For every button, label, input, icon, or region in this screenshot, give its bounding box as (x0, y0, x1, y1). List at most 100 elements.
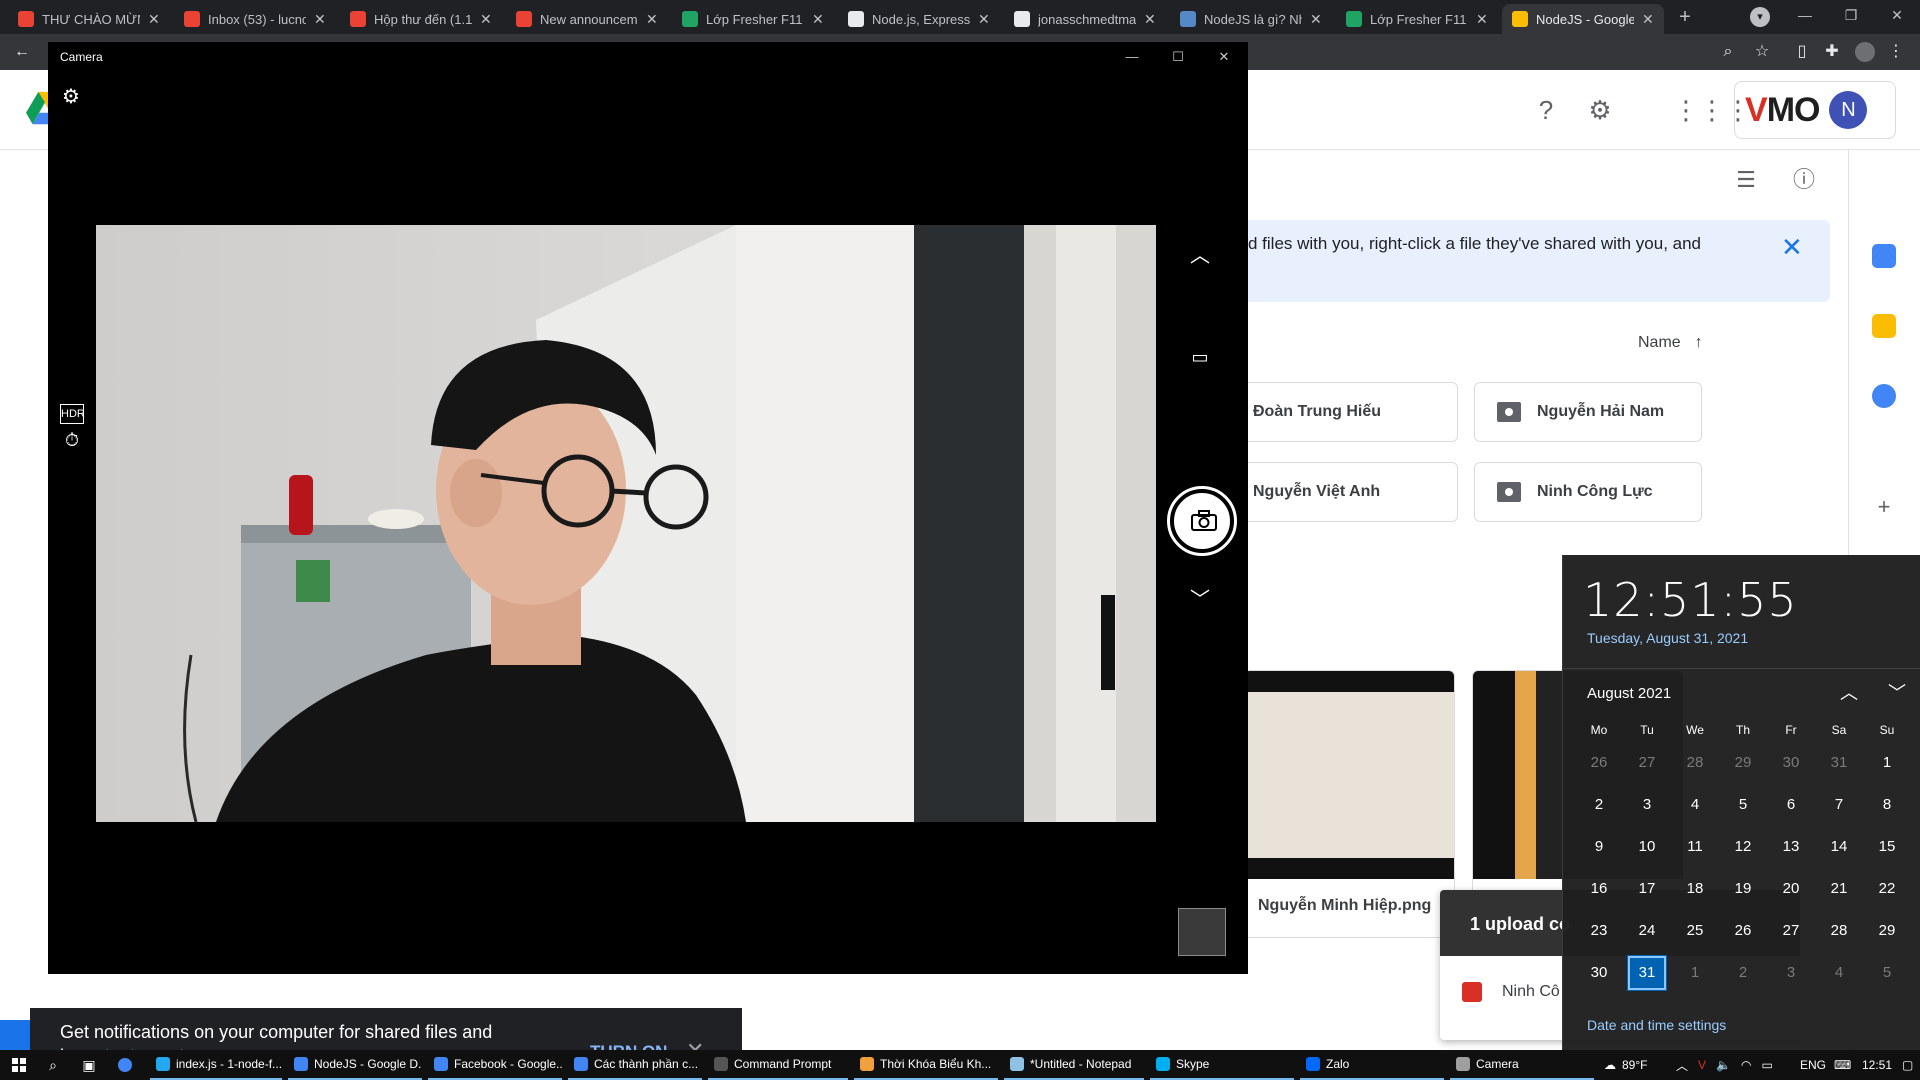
browser-menu-icon[interactable]: ⋮ (1886, 42, 1906, 62)
close-tab-icon[interactable]: ✕ (148, 11, 160, 28)
browser-tab[interactable]: NodeJS là gì? Nhữ ✕ (1170, 4, 1332, 34)
app-tray-icon[interactable]: V (1698, 1058, 1706, 1072)
last-photo-thumbnail[interactable] (1178, 908, 1226, 956)
calendar-day[interactable]: 6 (1771, 787, 1811, 823)
calendar-day[interactable]: 8 (1867, 787, 1907, 823)
taskbar-clock[interactable]: 12:51 (1862, 1050, 1892, 1080)
video-mode-icon[interactable]: ▭ (1188, 345, 1212, 369)
calendar-day[interactable]: 2 (1723, 955, 1763, 991)
calendar-day[interactable]: 26 (1579, 745, 1619, 781)
date-time-settings-link[interactable]: Date and time settings (1587, 1017, 1726, 1033)
browser-tab[interactable]: THƯ CHÀO MỪNG ✕ (8, 4, 170, 34)
take-photo-button[interactable] (1167, 486, 1237, 556)
chrome-pinned-icon[interactable] (118, 1058, 132, 1072)
volume-icon[interactable]: 🔈 (1716, 1058, 1731, 1072)
calendar-day[interactable]: 27 (1627, 745, 1667, 781)
folder-item[interactable]: Ninh Công Lực (1474, 462, 1702, 522)
camera-maximize-button[interactable]: ☐ (1158, 47, 1198, 67)
file-card[interactable]: Nguyễn Minh Hiệp.png (1243, 670, 1455, 938)
help-icon[interactable]: ? (1528, 92, 1564, 128)
close-tab-icon[interactable]: ✕ (1642, 11, 1654, 28)
browser-tab[interactable]: Node.js, Express, M ✕ (838, 4, 1000, 34)
calendar-day[interactable]: 16 (1579, 871, 1619, 907)
calendar-day[interactable]: 7 (1819, 787, 1859, 823)
calendar-day[interactable]: 21 (1819, 871, 1859, 907)
close-tab-icon[interactable]: ✕ (314, 11, 326, 28)
browser-tab[interactable]: Lớp Fresher F11 - ✕ (672, 4, 834, 34)
bookmark-star-icon[interactable]: ☆ (1752, 42, 1772, 62)
keyboard-icon[interactable]: ⌨ (1834, 1050, 1851, 1080)
calendar-day[interactable]: 1 (1675, 955, 1715, 991)
calendar-day[interactable]: 3 (1771, 955, 1811, 991)
calendar-day[interactable]: 31 (1627, 955, 1667, 991)
browser-minimize-button[interactable]: — (1782, 0, 1828, 30)
tab-search-icon[interactable]: ▾ (1750, 7, 1770, 27)
camera-close-button[interactable]: ✕ (1204, 47, 1244, 67)
calendar-day[interactable]: 31 (1819, 745, 1859, 781)
tray-expand-chevron-icon[interactable]: ︿ (1676, 1057, 1688, 1074)
calendar-day[interactable]: 24 (1627, 913, 1667, 949)
calendar-day[interactable]: 23 (1579, 913, 1619, 949)
calendar-day[interactable]: 2 (1579, 787, 1619, 823)
add-addon-icon[interactable]: + (1872, 495, 1896, 519)
calendar-day[interactable]: 13 (1771, 829, 1811, 865)
profile-avatar-icon[interactable] (1855, 42, 1875, 62)
browser-tab[interactable]: Inbox (53) - lucnc ✕ (174, 4, 336, 34)
next-month-chevron-down-icon[interactable]: ﹀ (1885, 681, 1909, 705)
task-view-icon[interactable]: ▣ (80, 1056, 98, 1074)
calendar-day[interactable]: 27 (1771, 913, 1811, 949)
new-tab-button[interactable]: + (1672, 5, 1698, 31)
calendar-day[interactable]: 12 (1723, 829, 1763, 865)
close-tab-icon[interactable]: ✕ (480, 11, 492, 28)
folder-item[interactable]: Nguyễn Việt Anh (1230, 462, 1458, 522)
keep-icon[interactable] (1872, 314, 1896, 338)
sort-arrow-up-icon[interactable]: ↑ (1695, 334, 1703, 352)
calendar-day[interactable]: 30 (1579, 955, 1619, 991)
browser-tab[interactable]: New announcemen ✕ (506, 4, 668, 34)
banner-close-icon[interactable]: ✕ (1781, 232, 1803, 263)
browser-tab[interactable]: Lớp Fresher F11 - ✕ (1336, 4, 1498, 34)
close-tab-icon[interactable]: ✕ (978, 11, 990, 28)
calendar-day[interactable]: 28 (1819, 913, 1859, 949)
calendar-day[interactable]: 11 (1675, 829, 1715, 865)
browser-tab[interactable]: jonasschmedtman ✕ (1004, 4, 1166, 34)
extensions-puzzle-icon[interactable]: ✚ (1822, 42, 1842, 62)
calendar-icon[interactable] (1872, 244, 1896, 268)
notification-center-icon[interactable]: ▢ (1902, 1050, 1913, 1080)
calendar-day[interactable]: 20 (1771, 871, 1811, 907)
list-view-icon[interactable]: ☰ (1732, 166, 1760, 194)
calendar-day[interactable]: 19 (1723, 871, 1763, 907)
calendar-day[interactable]: 15 (1867, 829, 1907, 865)
taskbar-app-button[interactable]: Các thành phần c... (568, 1050, 702, 1080)
calendar-day[interactable]: 30 (1771, 745, 1811, 781)
calendar-day[interactable]: 25 (1675, 913, 1715, 949)
camera-settings-gear-icon[interactable]: ⚙ (60, 86, 82, 108)
back-arrow-icon[interactable]: ← (12, 42, 32, 62)
previous-month-chevron-up-icon[interactable]: ︿ (1837, 681, 1861, 705)
taskbar-app-button[interactable]: Zalo (1300, 1050, 1444, 1080)
start-windows-icon[interactable] (12, 1058, 26, 1072)
browser-tab[interactable]: NodeJS - Google D ✕ (1502, 4, 1664, 34)
network-wifi-icon[interactable]: ◠ (1741, 1058, 1751, 1072)
calendar-day[interactable]: 5 (1867, 955, 1907, 991)
taskbar-app-button[interactable]: Thời Khóa Biểu Kh... (854, 1050, 998, 1080)
taskbar-app-button[interactable]: index.js - 1-node-f... (150, 1050, 282, 1080)
close-tab-icon[interactable]: ✕ (1310, 11, 1322, 28)
info-icon[interactable]: ⓘ (1790, 166, 1818, 194)
calendar-day[interactable]: 14 (1819, 829, 1859, 865)
apps-grid-icon[interactable]: ⋮⋮⋮ (1673, 92, 1751, 128)
taskbar-app-button[interactable]: Command Prompt (708, 1050, 848, 1080)
taskbar-app-button[interactable]: NodeJS - Google D... (288, 1050, 422, 1080)
timer-icon[interactable]: ⏱ (60, 430, 84, 454)
calendar-day[interactable]: 10 (1627, 829, 1667, 865)
calendar-day[interactable]: 29 (1723, 745, 1763, 781)
browser-tab[interactable]: Hộp thư đến (1.19 ✕ (340, 4, 502, 34)
close-tab-icon[interactable]: ✕ (1476, 11, 1488, 28)
close-tab-icon[interactable]: ✕ (1144, 11, 1156, 28)
taskbar-app-button[interactable]: Camera (1450, 1050, 1594, 1080)
account-avatar[interactable]: N (1829, 91, 1868, 129)
chevron-down-icon[interactable]: ﹀ (1188, 588, 1212, 612)
chevron-up-icon[interactable]: ︿ (1188, 244, 1212, 268)
battery-icon[interactable]: ▭ (1761, 1058, 1772, 1072)
browser-close-button[interactable]: ✕ (1874, 0, 1920, 30)
